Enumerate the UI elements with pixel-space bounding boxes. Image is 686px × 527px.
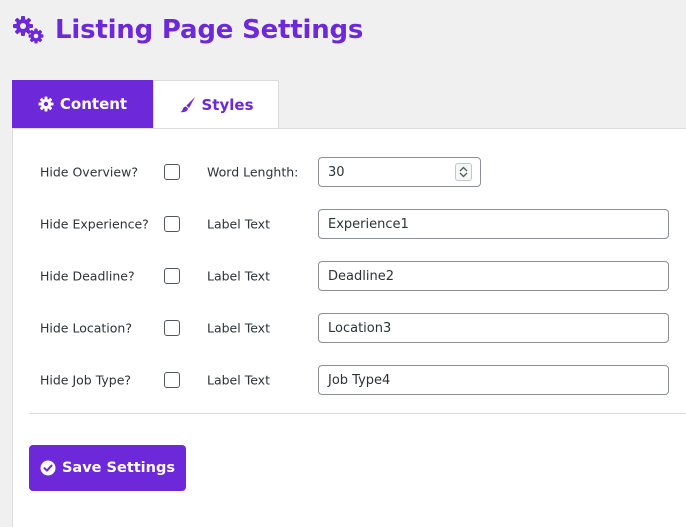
experience-label-text-label: Label Text <box>207 216 270 232</box>
page-title: Listing Page Settings <box>55 15 364 45</box>
setting-row-location: Hide Location? Label Text Location3 <box>13 313 686 343</box>
settings-tabs: Content Styles <box>12 80 279 128</box>
setting-row-job-type: Hide Job Type? Label Text Job Type4 <box>13 365 686 395</box>
paintbrush-icon <box>179 96 196 113</box>
save-settings-label: Save Settings <box>61 460 175 476</box>
word-length-input[interactable]: 30 <box>318 157 481 187</box>
setting-row-overview: Hide Overview? Word Lenghth: 30 <box>13 157 686 187</box>
hide-experience-checkbox[interactable] <box>164 216 180 232</box>
settings-panel: Hide Overview? Word Lenghth: 30 Hide Exp… <box>12 128 686 527</box>
deadline-label-input[interactable]: Deadline2 <box>318 261 669 291</box>
setting-row-experience: Hide Experience? Label Text Experience1 <box>13 209 686 239</box>
hide-deadline-checkbox[interactable] <box>164 268 180 284</box>
save-settings-button[interactable]: Save Settings <box>29 445 186 491</box>
hide-job-type-label: Hide Job Type? <box>40 372 132 388</box>
hide-location-checkbox[interactable] <box>164 320 180 336</box>
number-spinner[interactable] <box>455 163 472 181</box>
deadline-label-value: Deadline2 <box>328 268 394 284</box>
deadline-label-text-label: Label Text <box>207 268 270 284</box>
hide-overview-label: Hide Overview? <box>40 164 138 180</box>
gears-icon <box>12 15 46 45</box>
experience-label-input[interactable]: Experience1 <box>318 209 669 239</box>
job-type-label-input[interactable]: Job Type4 <box>318 365 669 395</box>
tab-styles[interactable]: Styles <box>153 80 279 128</box>
page-header: Listing Page Settings <box>12 12 363 48</box>
tab-content[interactable]: Content <box>12 80 153 128</box>
tab-label: Styles <box>201 95 254 114</box>
hide-location-label: Hide Location? <box>40 320 132 336</box>
check-circle-icon <box>40 460 56 476</box>
location-label-text-label: Label Text <box>207 320 270 336</box>
hide-overview-checkbox[interactable] <box>164 164 180 180</box>
job-type-label-value: Job Type4 <box>328 372 391 388</box>
experience-label-value: Experience1 <box>328 216 409 232</box>
hide-deadline-label: Hide Deadline? <box>40 268 135 284</box>
location-label-input[interactable]: Location3 <box>318 313 669 343</box>
tab-label: Content <box>59 95 128 113</box>
word-length-value: 30 <box>328 164 345 180</box>
hide-job-type-checkbox[interactable] <box>164 372 180 388</box>
word-length-label: Word Lenghth: <box>207 164 299 180</box>
location-label-value: Location3 <box>328 320 392 336</box>
job-type-label-text-label: Label Text <box>207 372 270 388</box>
setting-row-deadline: Hide Deadline? Label Text Deadline2 <box>13 261 686 291</box>
divider <box>29 413 686 414</box>
gear-icon <box>38 96 54 112</box>
chevron-down-icon[interactable] <box>459 172 468 178</box>
hide-experience-label: Hide Experience? <box>40 216 149 232</box>
